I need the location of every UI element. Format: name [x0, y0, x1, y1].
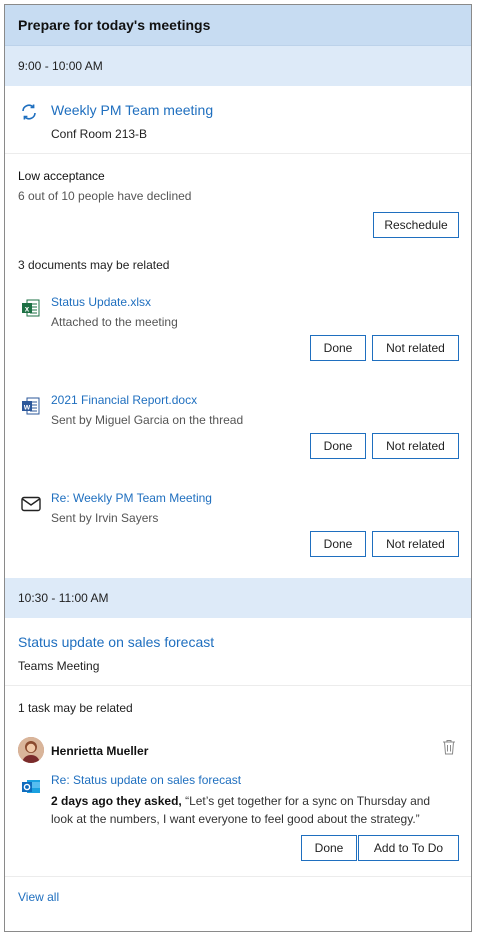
- meeting1-time: 9:00 - 10:00 AM: [18, 59, 103, 73]
- docs-heading-block: 3 documents may be related: [5, 250, 471, 284]
- task-item: Henrietta Mueller Re: Status update on s…: [5, 726, 471, 876]
- outlook-icon: [21, 777, 41, 797]
- recurring-icon: [18, 101, 40, 123]
- reschedule-button[interactable]: Reschedule: [373, 212, 459, 238]
- task-person-name: Henrietta Mueller: [51, 744, 149, 758]
- meeting2-title-link[interactable]: Status update on sales forecast: [18, 634, 214, 650]
- word-icon: w: [21, 396, 41, 416]
- acceptance-block: Low acceptance 6 out of 10 people have d…: [5, 154, 471, 250]
- avatar: [18, 737, 44, 763]
- doc-item: w 2021 Financial Report.docx Sent by Mig…: [5, 382, 471, 480]
- done-button[interactable]: Done: [310, 531, 366, 557]
- meeting2-location: Teams Meeting: [18, 659, 100, 673]
- task-age: 2 days ago they asked,: [51, 794, 182, 808]
- meeting2-block: Status update on sales forecast Teams Me…: [5, 618, 471, 685]
- meetings-card: Prepare for today's meetings 9:00 - 10:0…: [4, 4, 472, 932]
- done-button[interactable]: Done: [310, 335, 366, 361]
- meeting1-location: Conf Room 213-B: [51, 127, 148, 141]
- doc-detail: Sent by Irvin Sayers: [51, 511, 159, 525]
- not-related-button[interactable]: Not related: [372, 433, 459, 459]
- svg-text:w: w: [23, 403, 31, 412]
- docs-heading: 3 documents may be related: [18, 258, 170, 272]
- doc-item: Re: Weekly PM Team Meeting Sent by Irvin…: [5, 480, 471, 578]
- doc-name-link[interactable]: Status Update.xlsx: [51, 295, 151, 309]
- meeting2-time-bar: 10:30 - 11:00 AM: [5, 578, 471, 618]
- doc-detail: Attached to the meeting: [51, 315, 178, 329]
- excel-icon: x: [21, 298, 41, 318]
- acceptance-detail: 6 out of 10 people have declined: [18, 189, 192, 203]
- acceptance-title: Low acceptance: [18, 169, 105, 183]
- done-button[interactable]: Done: [301, 835, 357, 861]
- mail-icon: [20, 494, 42, 514]
- doc-name-link[interactable]: Re: Weekly PM Team Meeting: [51, 491, 212, 505]
- add-to-todo-button[interactable]: Add to To Do: [358, 835, 459, 861]
- view-all-link[interactable]: View all: [18, 890, 59, 904]
- tasks-heading-block: 1 task may be related: [5, 686, 471, 726]
- meeting1-time-bar: 9:00 - 10:00 AM: [5, 46, 471, 86]
- doc-name-link[interactable]: 2021 Financial Report.docx: [51, 393, 197, 407]
- meeting1-block: Weekly PM Team meeting Conf Room 213-B: [5, 86, 471, 153]
- card-title: Prepare for today's meetings: [18, 17, 211, 33]
- task-subject-link[interactable]: Re: Status update on sales forecast: [51, 773, 241, 787]
- svg-text:x: x: [25, 305, 30, 314]
- done-button[interactable]: Done: [310, 433, 366, 459]
- meeting1-title-link[interactable]: Weekly PM Team meeting: [51, 102, 213, 118]
- doc-detail: Sent by Miguel Garcia on the thread: [51, 413, 244, 427]
- not-related-button[interactable]: Not related: [372, 335, 459, 361]
- card-header: Prepare for today's meetings: [5, 5, 471, 46]
- task-message: 2 days ago they asked, “Let’s get togeth…: [51, 792, 451, 828]
- not-related-button[interactable]: Not related: [372, 531, 459, 557]
- tasks-heading: 1 task may be related: [18, 701, 133, 715]
- footer: View all: [5, 877, 471, 917]
- meeting2-time: 10:30 - 11:00 AM: [18, 591, 109, 605]
- doc-item: x Status Update.xlsx Attached to the mee…: [5, 284, 471, 382]
- trash-icon[interactable]: [441, 738, 457, 756]
